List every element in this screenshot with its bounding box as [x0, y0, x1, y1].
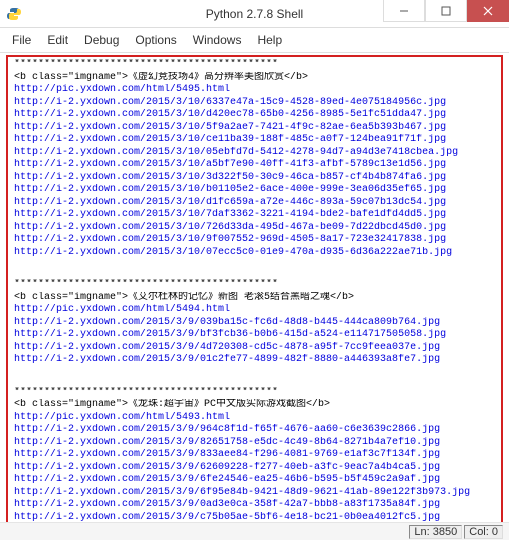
output-line: http://i-2.yxdown.com/2015/3/10/d1fc659a… — [14, 197, 495, 210]
maximize-button[interactable] — [425, 0, 467, 22]
output-line: http://i-2.yxdown.com/2015/3/10/ce11ba39… — [14, 134, 495, 147]
output-line: <b class="imgname">《龙珠:超宇宙》PC中文版实际游戏截图</… — [14, 399, 495, 412]
output-line: ****************************************… — [14, 387, 495, 400]
output-line: http://i-2.yxdown.com/2015/3/10/9f007552… — [14, 234, 495, 247]
close-button[interactable] — [467, 0, 509, 22]
menu-windows[interactable]: Windows — [185, 31, 250, 49]
window-title: Python 2.7.8 Shell — [206, 7, 303, 21]
output-line: http://i-2.yxdown.com/2015/3/9/82651758-… — [14, 437, 495, 450]
output-line: http://i-2.yxdown.com/2015/3/10/3d322f50… — [14, 172, 495, 185]
menu-options[interactable]: Options — [127, 31, 184, 49]
output-line: http://i-2.yxdown.com/2015/3/9/bf3fcb36-… — [14, 329, 495, 342]
output-line: http://i-2.yxdown.com/2015/3/10/b01105e2… — [14, 184, 495, 197]
title-bar: Python 2.7.8 Shell — [0, 0, 509, 28]
menu-debug[interactable]: Debug — [76, 31, 127, 49]
menu-file[interactable]: File — [4, 31, 39, 49]
output-line: http://i-2.yxdown.com/2015/3/10/d420ec78… — [14, 109, 495, 122]
output-line: http://i-2.yxdown.com/2015/3/10/726d33da… — [14, 222, 495, 235]
output-line: http://pic.yxdown.com/html/5493.html — [14, 412, 495, 425]
output-line: http://i-2.yxdown.com/2015/3/10/a5bf7e90… — [14, 159, 495, 172]
output-line: http://i-2.yxdown.com/2015/3/10/6337e47a… — [14, 97, 495, 110]
output-line: http://i-2.yxdown.com/2015/3/10/07ecc5c0… — [14, 247, 495, 260]
output-line: ****************************************… — [14, 59, 495, 72]
output-line: http://i-2.yxdown.com/2015/3/9/964c8f1d-… — [14, 424, 495, 437]
status-line-number: Ln: 3850 — [409, 525, 462, 539]
output-line: http://i-2.yxdown.com/2015/3/9/62609228-… — [14, 462, 495, 475]
output-line: <b class="imgname">《艾尔杜林的记忆》新图 老滚5结合黑暗之魂… — [14, 292, 495, 305]
output-line: http://i-2.yxdown.com/2015/3/9/4d720308-… — [14, 342, 495, 355]
output-line: http://i-2.yxdown.com/2015/3/9/6fe24546-… — [14, 474, 495, 487]
menu-help[interactable]: Help — [249, 31, 290, 49]
output-line: http://i-2.yxdown.com/2015/3/9/039ba15c-… — [14, 317, 495, 330]
output-line: http://pic.yxdown.com/html/5494.html — [14, 304, 495, 317]
output-line: http://i-2.yxdown.com/2015/3/9/6f95e84b-… — [14, 487, 495, 500]
output-line: http://i-2.yxdown.com/2015/3/10/05ebfd7d… — [14, 147, 495, 160]
output-line: <b class="imgname">《虚幻竞技场4》高分辨率美图欣赏</b> — [14, 72, 495, 85]
output-line: http://pic.yxdown.com/html/5495.html — [14, 84, 495, 97]
output-line: http://i-2.yxdown.com/2015/3/9/0ad3e0ca-… — [14, 499, 495, 512]
menu-edit[interactable]: Edit — [39, 31, 76, 49]
output-line: http://i-2.yxdown.com/2015/3/10/5f9a2ae7… — [14, 122, 495, 135]
output-line: http://i-2.yxdown.com/2015/3/10/7daf3362… — [14, 209, 495, 222]
window-controls — [383, 0, 509, 22]
output-line: ****************************************… — [14, 279, 495, 292]
status-column-number: Col: 0 — [464, 525, 503, 539]
output-line: http://i-2.yxdown.com/2015/3/9/833aee84-… — [14, 449, 495, 462]
shell-output[interactable]: ****************************************… — [6, 55, 503, 529]
python-icon — [6, 6, 22, 22]
menu-bar: File Edit Debug Options Windows Help — [0, 28, 509, 53]
status-bar: Ln: 3850 Col: 0 — [0, 522, 509, 540]
minimize-button[interactable] — [383, 0, 425, 22]
output-line: http://i-2.yxdown.com/2015/3/9/01c2fe77-… — [14, 354, 495, 367]
